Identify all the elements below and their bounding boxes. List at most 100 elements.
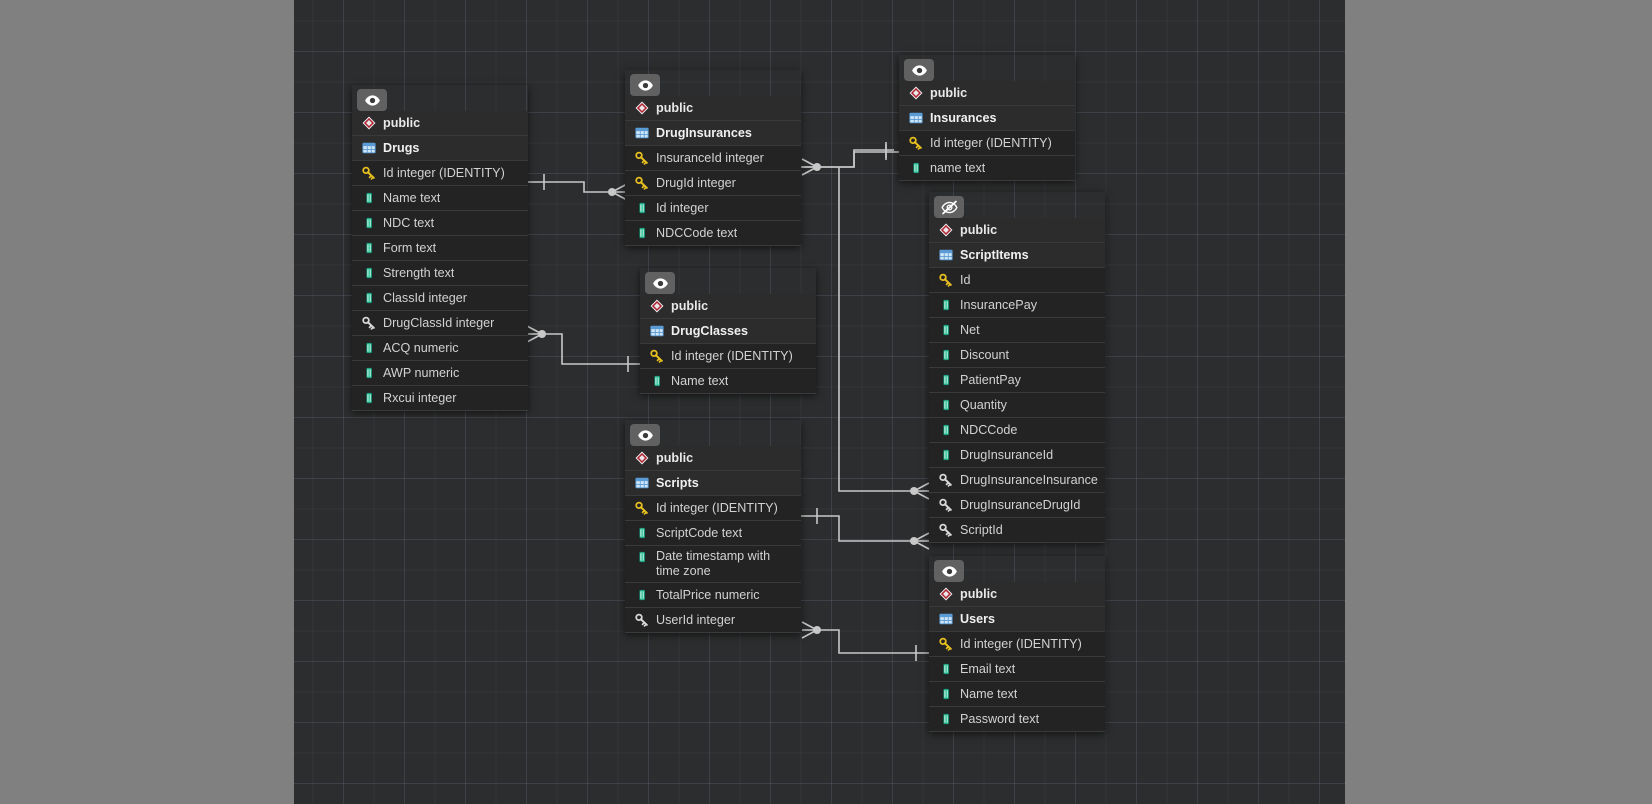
column-row[interactable]: Strength text <box>352 261 528 286</box>
table-grid-icon <box>634 125 649 141</box>
column-row[interactable]: Quantity <box>929 393 1105 418</box>
column-label: AWP numeric <box>383 366 459 381</box>
column-row[interactable]: Name text <box>929 682 1105 707</box>
column-row[interactable]: Name text <box>640 369 816 394</box>
table-name-row-drugclasses[interactable]: DrugClasses <box>640 319 816 344</box>
table-name-label: DrugInsurances <box>656 126 752 141</box>
eye-icon[interactable] <box>357 89 387 111</box>
column-row[interactable]: InsurancePay <box>929 293 1105 318</box>
column-green-icon <box>361 240 376 256</box>
schema-diamond-icon <box>361 115 376 131</box>
node-toolbar-scripts <box>625 420 801 446</box>
table-node-users[interactable]: publicUsersId integer (IDENTITY) Email te… <box>929 556 1105 732</box>
table-node-drugs[interactable]: public DrugsId integer (IDENTITY)Name tex… <box>352 85 528 411</box>
column-row[interactable]: Discount <box>929 343 1105 368</box>
column-row[interactable]: Date timestamp with time zone <box>625 546 801 583</box>
column-row[interactable]: NDCCode <box>929 418 1105 443</box>
column-label: Email text <box>960 662 1015 677</box>
erd-canvas[interactable]: publicDrugsId integer (IDENTITY)Name tex… <box>294 0 1345 804</box>
column-row[interactable]: UserId integer <box>625 608 801 633</box>
column-label: DrugInsuranceInsuranceId <box>960 473 1099 488</box>
schema-label: public <box>383 116 420 131</box>
column-green-icon <box>938 711 953 727</box>
table-node-insurances[interactable]: publicInsurancesId integer (IDENTITY)nam… <box>899 55 1075 181</box>
column-row[interactable]: NDCCode text <box>625 221 801 246</box>
schema-label: public <box>656 101 693 116</box>
column-row[interactable]: ACQ numeric <box>352 336 528 361</box>
column-label: PatientPay <box>960 373 1021 388</box>
column-row[interactable]: AWP numeric <box>352 361 528 386</box>
column-green-icon <box>938 322 953 338</box>
column-row[interactable]: Net <box>929 318 1105 343</box>
table-name-row-drugs[interactable]: Drugs <box>352 136 528 161</box>
column-label: Quantity <box>960 398 1007 413</box>
column-label: Net <box>960 323 980 338</box>
table-name-row-scriptitems[interactable]: ScriptItems <box>929 243 1105 268</box>
column-row[interactable]: Id integer (IDENTITY) <box>899 131 1075 156</box>
key-gold-icon <box>634 175 649 191</box>
column-label: Date timestamp with time zone <box>656 549 795 579</box>
column-row[interactable]: name text <box>899 156 1075 181</box>
table-name-row-insurances[interactable]: Insurances <box>899 106 1075 131</box>
node-toolbar-users <box>929 556 1105 582</box>
eye-icon[interactable] <box>645 272 675 294</box>
column-row[interactable]: TotalPrice numeric <box>625 583 801 608</box>
column-row[interactable]: Password text <box>929 707 1105 732</box>
screen: publicDrugsId integer (IDENTITY)Name tex… <box>0 0 1652 804</box>
column-row[interactable]: DrugInsuranceInsuranceId <box>929 468 1105 493</box>
table-grid-icon <box>938 611 953 627</box>
table-node-scriptitems[interactable]: publicScriptItemsIdInsurancePayNetDiscou… <box>929 192 1105 543</box>
eye-icon[interactable] <box>904 59 934 81</box>
column-row[interactable]: ScriptId <box>929 518 1105 543</box>
column-green-icon <box>938 686 953 702</box>
column-row[interactable]: DrugId integer <box>625 171 801 196</box>
column-row[interactable]: Id integer (IDENTITY) <box>640 344 816 369</box>
column-label: ScriptCode text <box>656 526 742 541</box>
table-node-drugclasses[interactable]: publicDrugClassesId integer (IDENTITY)Na… <box>640 268 816 394</box>
column-green-icon <box>361 290 376 306</box>
schema-row-users: public <box>929 582 1105 607</box>
column-row[interactable]: InsuranceId integer <box>625 146 801 171</box>
key-gold-icon <box>938 272 953 288</box>
table-grid-icon <box>908 110 923 126</box>
column-row[interactable]: NDC text <box>352 211 528 236</box>
column-row[interactable]: Id <box>929 268 1105 293</box>
node-toolbar-scriptitems <box>929 192 1105 218</box>
table-name-row-druginsurances[interactable]: DrugInsurances <box>625 121 801 146</box>
column-row[interactable]: Id integer (IDENTITY) <box>352 161 528 186</box>
table-node-scripts[interactable]: publicScriptsId integer (IDENTITY)Script… <box>625 420 801 633</box>
table-node-druginsurances[interactable]: public DrugInsurances InsuranceId integerD… <box>625 70 801 246</box>
column-row[interactable]: Form text <box>352 236 528 261</box>
schema-diamond-icon <box>649 298 664 314</box>
column-label: Strength text <box>383 266 454 281</box>
column-row[interactable]: Email text <box>929 657 1105 682</box>
node-toolbar-druginsurances <box>625 70 801 96</box>
node-toolbar-drugs <box>352 85 528 111</box>
column-row[interactable]: ScriptCode text <box>625 521 801 546</box>
key-silver-icon <box>938 472 953 488</box>
column-row[interactable]: Id integer (IDENTITY) <box>929 632 1105 657</box>
column-green-icon <box>938 397 953 413</box>
eye-icon[interactable] <box>630 424 660 446</box>
column-label: Id integer <box>656 201 709 216</box>
column-row[interactable]: PatientPay <box>929 368 1105 393</box>
schema-diamond-icon <box>938 222 953 238</box>
eye-icon[interactable] <box>630 74 660 96</box>
column-label: NDCCode <box>960 423 1017 438</box>
column-row[interactable]: Name text <box>352 186 528 211</box>
column-row[interactable]: ClassId integer <box>352 286 528 311</box>
table-grid-icon <box>361 140 376 156</box>
column-row[interactable]: Id integer <box>625 196 801 221</box>
table-name-row-scripts[interactable]: Scripts <box>625 471 801 496</box>
column-row[interactable]: DrugInsuranceDrugId <box>929 493 1105 518</box>
schema-row-drugs: public <box>352 111 528 136</box>
column-row[interactable]: Rxcui integer <box>352 386 528 411</box>
column-row[interactable]: Id integer (IDENTITY) <box>625 496 801 521</box>
column-green-icon <box>649 373 664 389</box>
table-name-row-users[interactable]: Users <box>929 607 1105 632</box>
column-row[interactable]: DrugInsuranceId <box>929 443 1105 468</box>
key-silver-icon <box>938 497 953 513</box>
column-row[interactable]: DrugClassId integer <box>352 311 528 336</box>
eye-off-icon[interactable] <box>934 196 964 218</box>
eye-icon[interactable] <box>934 560 964 582</box>
